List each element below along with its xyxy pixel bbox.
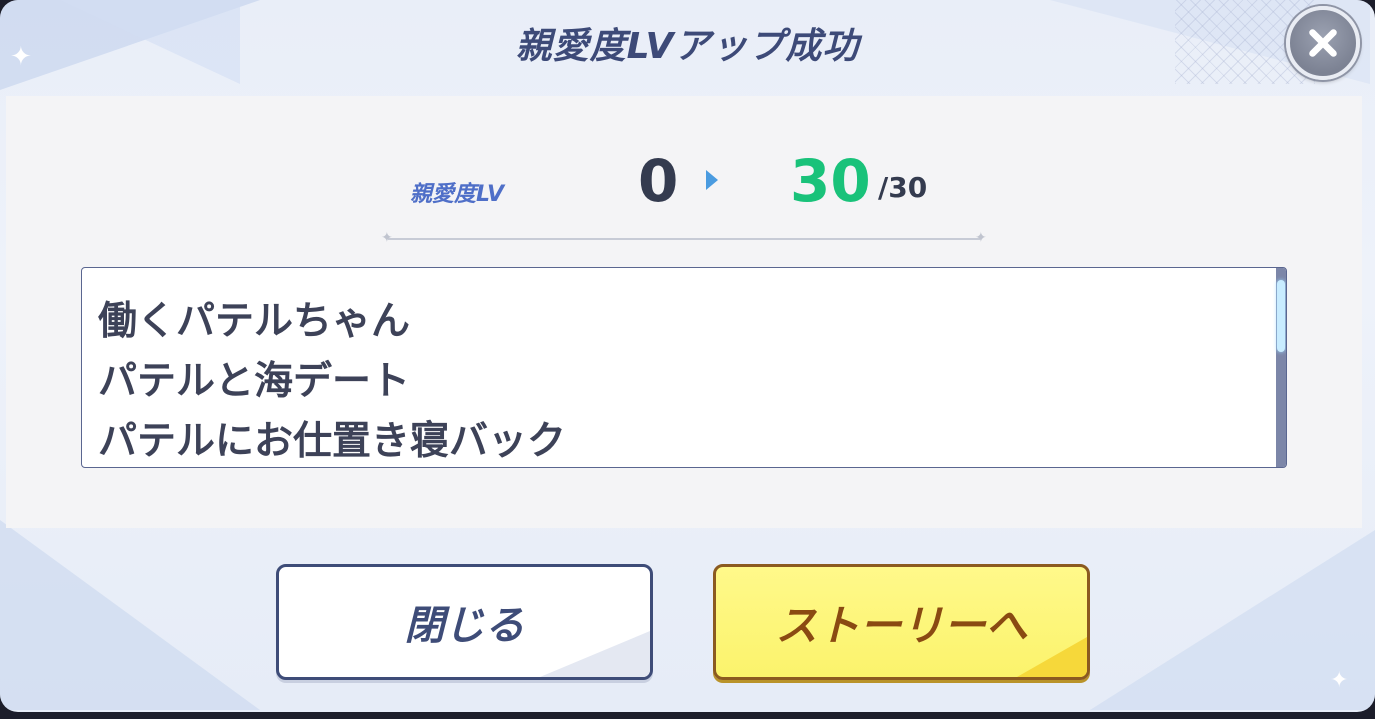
list-item: パテルにお仕置き寝バック — [98, 419, 567, 464]
close-button[interactable]: 閉じる — [276, 564, 653, 680]
level-max-value: /30 — [878, 171, 928, 204]
scrollbar-thumb[interactable] — [1277, 280, 1285, 352]
level-from-value: 0 — [638, 147, 679, 215]
divider-star-icon: ✦ — [975, 230, 987, 246]
close-dialog-button[interactable] — [1286, 6, 1360, 80]
dialog-title: 親愛度LVアップ成功 — [515, 26, 860, 67]
list-item-partial — [98, 268, 566, 292]
close-button-label: 閉じる — [404, 603, 525, 649]
divider-line — [388, 238, 980, 240]
dialog-header: 親愛度LVアップ成功 — [0, 0, 1375, 86]
arrow-right-icon — [706, 170, 718, 190]
go-to-story-button-label: ストーリーへ — [775, 600, 1028, 650]
affection-level-row: 親愛度LV 0 30 /30 — [0, 146, 1375, 216]
decor-shard — [0, 520, 260, 710]
list-item: 働くパテルちゃん — [98, 299, 411, 344]
button-glint — [540, 631, 650, 677]
affection-level-label: 親愛度LV — [410, 182, 505, 207]
list-item: パテルと海デート — [98, 359, 411, 404]
go-to-story-button[interactable]: ストーリーへ — [713, 564, 1090, 680]
affection-levelup-dialog: ✦ ✦ 親愛度LVアップ成功 親愛度LV 0 30 /30 ✦ ✦ 働くパテルち… — [0, 0, 1375, 712]
divider-star-icon: ✦ — [381, 230, 393, 246]
unlocked-story-list[interactable]: 働くパテルちゃん パテルと海デート パテルにお仕置き寝バック — [81, 267, 1287, 468]
sparkle-icon: ✦ — [1330, 668, 1349, 693]
level-to-value: 30 — [790, 147, 871, 215]
close-x-icon — [1309, 29, 1337, 57]
story-items: 働くパテルちゃん パテルと海デート パテルにお仕置き寝バック — [98, 268, 567, 467]
